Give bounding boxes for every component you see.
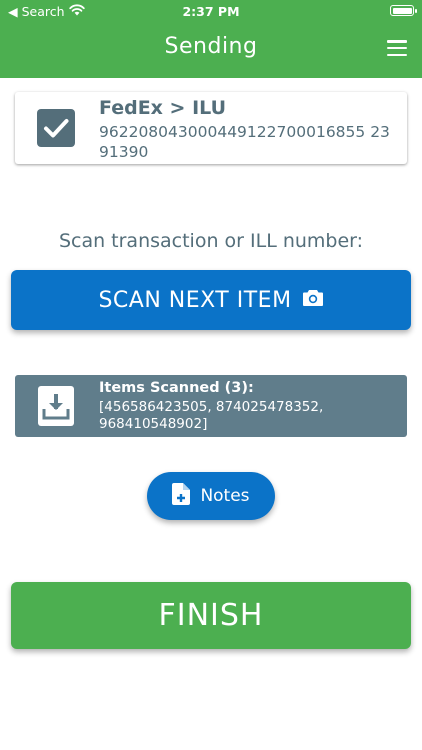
battery-icon [390, 5, 417, 16]
status-time: 2:37 PM [182, 4, 240, 19]
notes-label: Notes [200, 486, 250, 506]
menu-icon[interactable] [387, 40, 407, 56]
carrier-route: FedEx > ILU [99, 97, 227, 119]
notes-button[interactable]: Notes [147, 472, 275, 520]
note-add-icon [172, 483, 191, 509]
scan-next-item-button[interactable]: SCAN NEXT ITEM [11, 270, 411, 330]
items-scanned-heading: Items Scanned (3): [99, 380, 254, 396]
inbox-download-icon [37, 385, 75, 427]
camera-icon [302, 289, 324, 311]
items-scanned-list: [456586423505, 874025478352, 96841054890… [99, 399, 324, 432]
app-header: ◀ Search 2:37 PM Sending [0, 0, 422, 78]
finish-label: FINISH [158, 598, 264, 633]
items-scanned-panel: Items Scanned (3): [456586423505, 874025… [15, 375, 407, 437]
scan-prompt: Scan transaction or ILL number: [58, 230, 364, 252]
finish-button[interactable]: FINISH [11, 582, 411, 649]
tracking-number: 962208043000449122700016855 2391390 [99, 123, 390, 161]
shipment-card: FedEx > ILU 962208043000449122700016855 … [15, 92, 407, 164]
checkbox-checked-icon[interactable] [37, 109, 75, 147]
page-title: Sending [164, 34, 258, 59]
scan-next-item-label: SCAN NEXT ITEM [98, 287, 292, 313]
status-bar: ◀ Search 2:37 PM [0, 0, 422, 22]
